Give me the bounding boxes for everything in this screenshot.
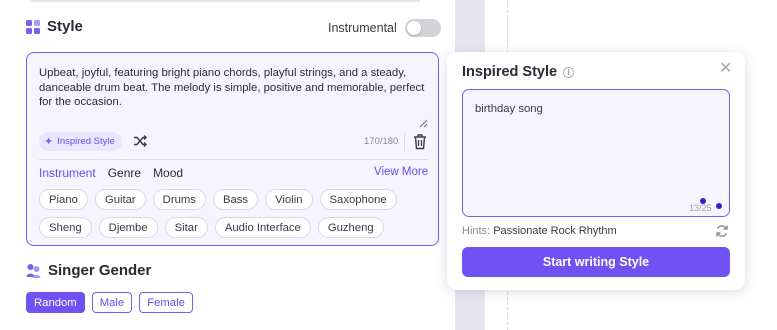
start-writing-style-button[interactable]: Start writing Style [462, 247, 730, 277]
cursor-dot [716, 203, 722, 209]
sparkle-icon: ✦ [44, 136, 54, 148]
instrumental-toggle[interactable] [404, 19, 441, 37]
style-tabs: Instrument Genre Mood [39, 166, 183, 180]
gender-options: Random Male Female [26, 292, 193, 313]
resize-grip-icon[interactable] [419, 119, 428, 128]
instrument-chip[interactable]: Saxophone [319, 189, 397, 210]
inspiration-input[interactable]: birthday song 13/25 [462, 89, 730, 217]
popover-title: Inspired Style i [462, 64, 575, 80]
info-icon[interactable]: i [563, 66, 575, 78]
instrument-chip[interactable]: Violin [265, 189, 313, 210]
style-description[interactable]: Upbeat, joyful, featuring bright piano c… [39, 66, 427, 110]
tab-genre[interactable]: Genre [108, 166, 141, 180]
inspired-style-popover: Inspired Style i ✕ birthday song 13/25 H… [447, 52, 745, 290]
instrument-chip-row: Sheng Djembe Sitar Audio Interface Guzhe… [39, 217, 384, 238]
instrument-chip[interactable]: Guzheng [317, 217, 384, 238]
style-section-title: Style [26, 18, 83, 35]
tab-instrument[interactable]: Instrument [39, 166, 96, 180]
instrument-chip[interactable]: Guitar [94, 189, 146, 210]
gender-female-button[interactable]: Female [139, 292, 193, 313]
cursor-dot [700, 198, 706, 204]
hints-value[interactable]: Passionate Rock Rhythm [493, 225, 617, 237]
person-icon [26, 264, 41, 278]
style-input-box[interactable]: Upbeat, joyful, featuring bright piano c… [26, 52, 439, 246]
inspired-style-label: Inspired Style [57, 136, 115, 147]
instrument-chip[interactable]: Sitar [164, 217, 208, 238]
inspired-style-button[interactable]: ✦ Inspired Style [39, 132, 122, 151]
toggle-knob [406, 21, 421, 35]
popover-title-text: Inspired Style [462, 64, 558, 80]
trash-icon[interactable] [412, 133, 428, 150]
instrument-chip[interactable]: Audio Interface [214, 217, 311, 238]
instrument-chip[interactable]: Piano [39, 189, 88, 210]
vertical-separator [404, 133, 405, 151]
close-icon[interactable]: ✕ [719, 58, 732, 77]
singer-gender-title-text: Singer Gender [48, 262, 152, 279]
instrument-chip-row: Piano Guitar Drums Bass Violin Saxophone [39, 189, 397, 210]
grid-icon [26, 19, 40, 34]
singer-gender-title: Singer Gender [26, 262, 151, 279]
instrumental-label: Instrumental [328, 21, 397, 35]
view-more-link[interactable]: View More [374, 166, 428, 178]
inspiration-input-value[interactable]: birthday song [475, 103, 543, 115]
shuffle-icon[interactable] [133, 134, 147, 148]
char-counter: 170/180 [364, 136, 399, 147]
refresh-icon[interactable] [715, 224, 729, 238]
tab-mood[interactable]: Mood [153, 166, 183, 180]
inspiration-char-counter: 13/25 [689, 203, 712, 213]
instrument-chip[interactable]: Drums [152, 189, 206, 210]
instrument-chip[interactable]: Bass [212, 189, 259, 210]
hints-line: Hints: Passionate Rock Rhythm [462, 225, 617, 237]
style-panel: Style Instrumental Upbeat, joyful, featu… [0, 0, 455, 330]
horizontal-separator [39, 159, 427, 160]
gender-random-button[interactable]: Random [26, 292, 85, 313]
hints-label: Hints: [462, 225, 491, 237]
instrument-chip[interactable]: Djembe [98, 217, 158, 238]
gender-male-button[interactable]: Male [91, 292, 133, 313]
instrumental-control: Instrumental [328, 19, 441, 37]
style-title-text: Style [47, 18, 83, 35]
top-divider [30, 0, 420, 2]
instrument-chip[interactable]: Sheng [39, 217, 92, 238]
